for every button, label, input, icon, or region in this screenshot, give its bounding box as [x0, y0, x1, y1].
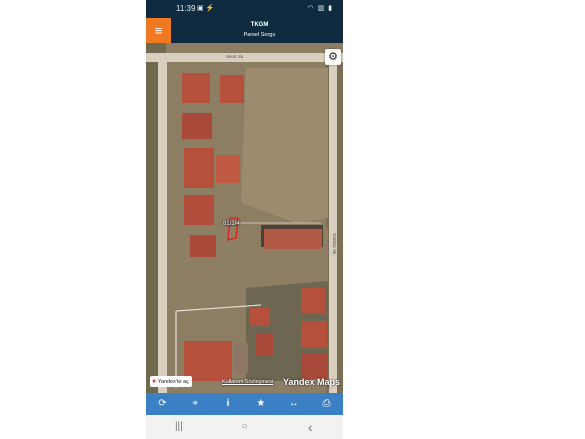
roof [301, 288, 325, 314]
map-pin-icon: ● [152, 378, 157, 385]
yard [234, 343, 248, 373]
roof [190, 235, 216, 257]
roof [301, 353, 327, 379]
recents-icon: ||| [174, 421, 183, 432]
street-label-right: Gürbüz Sk. [332, 233, 337, 256]
road-top [146, 53, 343, 62]
roof [220, 75, 244, 103]
back-button[interactable]: ‹ [277, 415, 343, 439]
back-icon: ‹ [307, 419, 313, 435]
phone-screen: 11:39 ▣ ⚡ ◠ ▥ ▮ ≡ TKGM Parsel Sorgu Hisa… [146, 0, 343, 439]
terms-link[interactable]: Kullanım Sözleşmesi [222, 379, 273, 385]
parcel-number-label: 81/1/4 [223, 221, 240, 227]
satellite-map[interactable]: Hisar Sk. Gürbüz Sk. [146, 43, 343, 393]
road-left [158, 53, 167, 393]
system-icons: ◠ ▥ ▮ [307, 5, 333, 12]
roof [184, 148, 214, 188]
app-header: ≡ TKGM Parsel Sorgu [146, 18, 343, 43]
roof-central [264, 229, 322, 249]
roof [250, 308, 270, 326]
app-title: TKGM [250, 22, 269, 28]
locate-icon: ⌖ [192, 398, 199, 409]
settings-button[interactable]: ⚙ [325, 49, 341, 65]
menu-button[interactable]: ≡ [146, 18, 171, 43]
app-subtitle: Parsel Sorgu [243, 32, 276, 38]
bottom-toolbar: ⟳ ⌖ i ★ ↔ ⎙ [146, 393, 343, 415]
status-bar: 11:39 ▣ ⚡ ◠ ▥ ▮ [146, 0, 343, 18]
status-time: 11:39 [176, 4, 196, 13]
favorite-button[interactable]: ★ [244, 393, 277, 415]
android-nav-bar: ||| ○ ‹ [146, 415, 343, 439]
home-button[interactable]: ○ [212, 415, 278, 439]
refresh-button[interactable]: ⟳ [146, 393, 179, 415]
info-button[interactable]: i [212, 393, 245, 415]
print-icon: ⎙ [322, 398, 331, 409]
road-right [329, 53, 337, 393]
street-label-top: Hisar Sk. [226, 54, 245, 59]
roof [184, 341, 232, 381]
open-field [241, 68, 328, 223]
measure-icon: ↔ [288, 398, 299, 409]
locate-button[interactable]: ⌖ [179, 393, 212, 415]
home-icon: ○ [241, 421, 248, 432]
roof [216, 155, 240, 183]
open-in-yandex-label: Yandex'te aç [157, 379, 189, 385]
open-in-yandex-button[interactable]: ● Yandex'te aç [150, 376, 192, 387]
roof [184, 195, 214, 225]
print-button[interactable]: ⎙ [310, 393, 343, 415]
roof [182, 73, 210, 103]
menu-icon: ≡ [154, 23, 163, 38]
roof [182, 113, 212, 139]
gear-icon: ⚙ [328, 51, 338, 63]
refresh-icon: ⟳ [158, 398, 167, 409]
measure-button[interactable]: ↔ [277, 393, 310, 415]
map-imagery [146, 43, 343, 393]
roof [301, 321, 327, 347]
recents-button[interactable]: ||| [146, 415, 212, 439]
info-icon: i [226, 398, 230, 409]
roof [256, 333, 274, 355]
notification-icons: ▣ ⚡ [197, 5, 215, 12]
yandex-maps-logo: Yandex Maps [283, 377, 341, 387]
star-icon: ★ [256, 398, 266, 409]
